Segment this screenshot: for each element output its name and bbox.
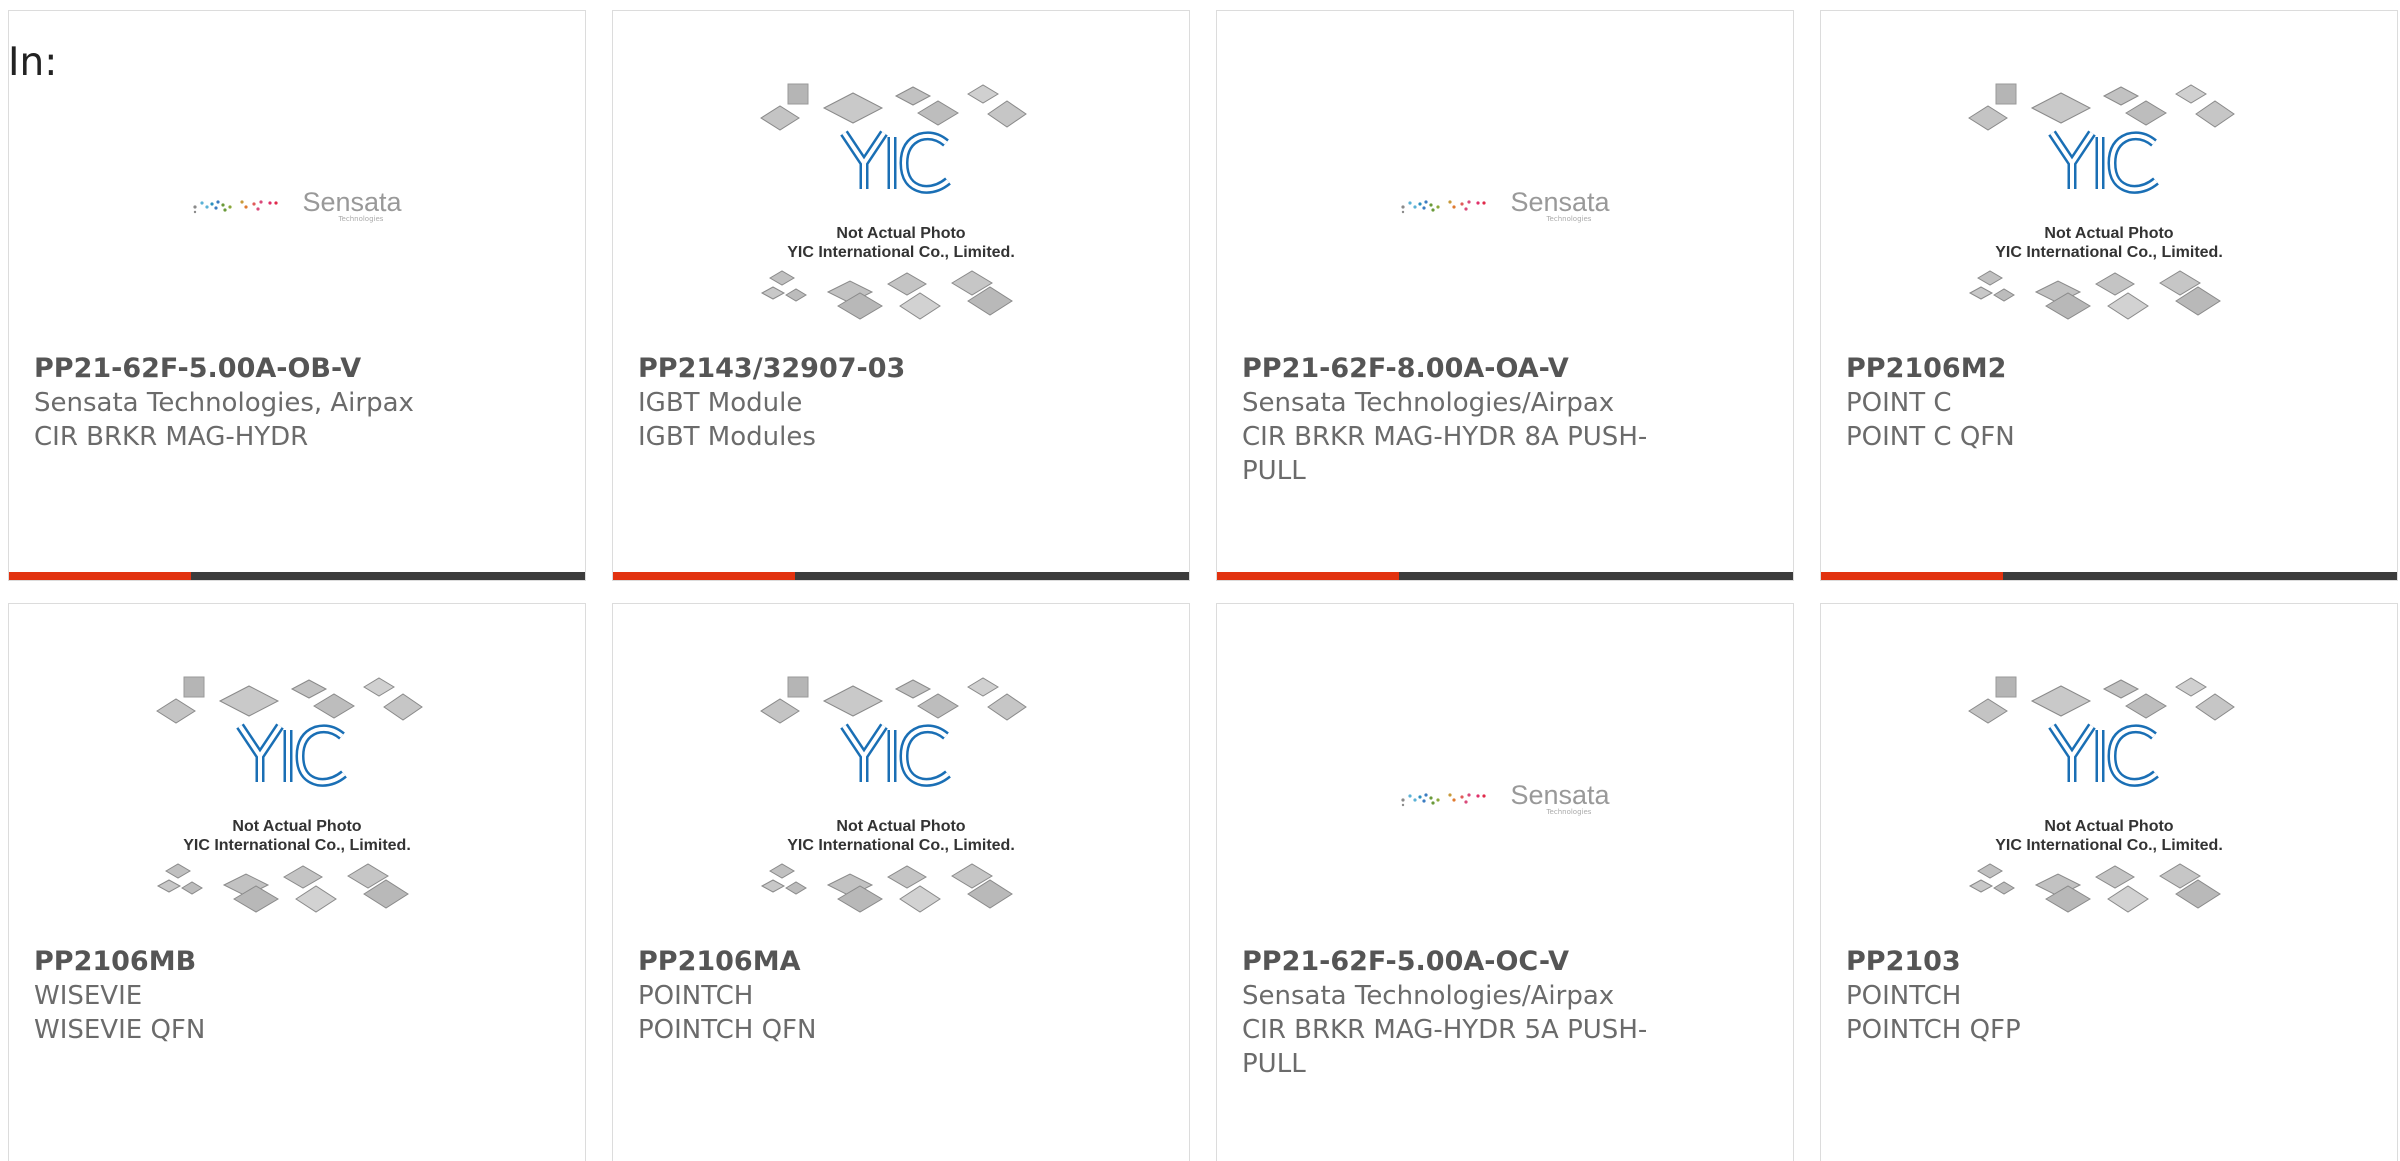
sensata-tagline-text: Technologies (1546, 808, 1592, 816)
chip-package-icons (760, 83, 1027, 320)
not-actual-photo-text: Not Actual Photo (2044, 818, 2174, 835)
not-actual-photo-image: Not Actual Photo YIC International Co., … (1964, 81, 2254, 331)
card-accent-bar (9, 572, 191, 580)
description-text: CIR BRKR MAG-HYDR 5A PUSH-PULL (1242, 1015, 1648, 1079)
card-bottom-bar (1217, 572, 1793, 580)
product-thumbnail[interactable]: Not Actual Photo YIC International Co., … (1821, 61, 2397, 351)
product-card[interactable]: Not Actual Photo YIC International Co., … (1820, 10, 2398, 581)
card-accent-bar (613, 572, 795, 580)
manufacturer-text: Sensata Technologies/Airpax (1242, 981, 1615, 1011)
part-number-link[interactable]: PP2143/32907-03 (638, 352, 1058, 386)
manufacturer-text: IGBT Module (638, 388, 803, 418)
product-card[interactable]: Not Actual Photo YIC International Co., … (612, 603, 1190, 1161)
yic-company-text: YIC International Co., Limited. (787, 244, 1015, 261)
product-info: PP2106M2 POINT C POINT C QFN (1846, 352, 2266, 454)
chip-package-icons (1968, 676, 2235, 913)
manufacturer-text: Sensata Technologies/Airpax (1242, 388, 1615, 418)
sensata-logo-icon: Sensata Technologies (1400, 187, 1610, 223)
sensata-logo-icon: Sensata Technologies (192, 187, 402, 223)
manufacturer-text: POINTCH (638, 981, 754, 1011)
product-info: PP2106MA POINTCH POINTCH QFN (638, 945, 1058, 1047)
product-card[interactable]: Not Actual Photo YIC International Co., … (612, 10, 1190, 581)
description-text: CIR BRKR MAG-HYDR 8A PUSH-PULL (1242, 422, 1648, 486)
not-actual-photo-image: Not Actual Photo YIC International Co., … (756, 81, 1046, 331)
yic-logo-icon (840, 130, 951, 194)
part-number-link[interactable]: PP21-62F-8.00A-OA-V (1242, 352, 1662, 386)
sensata-brand-text: Sensata (1510, 780, 1610, 810)
not-actual-photo-image: Not Actual Photo YIC International Co., … (756, 674, 1046, 924)
description-text: WISEVIE QFN (34, 1015, 206, 1045)
filter-label: In: (8, 40, 58, 85)
card-accent-bar (1217, 572, 1399, 580)
manufacturer-text: POINT C (1846, 388, 1952, 418)
sensata-tagline-text: Technologies (1546, 215, 1592, 223)
product-card[interactable]: Not Actual Photo YIC International Co., … (8, 603, 586, 1161)
description-text: POINTCH QFN (638, 1015, 817, 1045)
yic-company-text: YIC International Co., Limited. (787, 837, 1015, 854)
part-number-link[interactable]: PP21-62F-5.00A-OC-V (1242, 945, 1662, 979)
card-bottom-bar (613, 572, 1189, 580)
product-info: PP21-62F-5.00A-OB-V Sensata Technologies… (34, 352, 454, 454)
yic-logo-icon (236, 723, 347, 787)
part-number-link[interactable]: PP2103 (1846, 945, 2266, 979)
not-actual-photo-text: Not Actual Photo (2044, 225, 2174, 242)
chip-package-icons (760, 676, 1027, 913)
sensata-dots-icon (1400, 196, 1500, 216)
manufacturer-text: Sensata Technologies, Airpax (34, 388, 414, 418)
product-thumbnail[interactable]: Not Actual Photo YIC International Co., … (9, 654, 585, 944)
part-number-link[interactable]: PP2106M2 (1846, 352, 2266, 386)
manufacturer-text: WISEVIE (34, 981, 143, 1011)
product-info: PP21-62F-5.00A-OC-V Sensata Technologies… (1242, 945, 1662, 1081)
product-thumbnail[interactable]: Sensata Technologies (1217, 654, 1793, 944)
product-thumbnail[interactable]: Not Actual Photo YIC International Co., … (1821, 654, 2397, 944)
description-text: CIR BRKR MAG-HYDR (34, 422, 309, 452)
product-thumbnail[interactable]: Sensata Technologies (9, 61, 585, 351)
not-actual-photo-text: Not Actual Photo (836, 818, 966, 835)
yic-company-text: YIC International Co., Limited. (183, 837, 411, 854)
card-bottom-bar (9, 572, 585, 580)
yic-logo-icon (2048, 130, 2159, 194)
product-thumbnail[interactable]: Sensata Technologies (1217, 61, 1793, 351)
product-info: PP2103 POINTCH POINTCH QFP (1846, 945, 2266, 1047)
description-text: POINTCH QFP (1846, 1015, 2021, 1045)
part-number-link[interactable]: PP2106MB (34, 945, 454, 979)
manufacturer-text: POINTCH (1846, 981, 1962, 1011)
product-card[interactable]: Not Actual Photo YIC International Co., … (1820, 603, 2398, 1161)
product-thumbnail[interactable]: Not Actual Photo YIC International Co., … (613, 61, 1189, 351)
not-actual-photo-text: Not Actual Photo (836, 225, 966, 242)
not-actual-photo-image: Not Actual Photo YIC International Co., … (1964, 674, 2254, 924)
sensata-tagline-text: Technologies (338, 215, 384, 223)
yic-company-text: YIC International Co., Limited. (1995, 837, 2223, 854)
product-listing-page: Sensata Technologies PP21-62F-5.00A-OB-V… (0, 0, 2400, 1161)
sensata-dots-icon (192, 196, 292, 216)
yic-company-text: YIC International Co., Limited. (1995, 244, 2223, 261)
product-card[interactable]: Sensata Technologies PP21-62F-8.00A-OA-V… (1216, 10, 1794, 581)
sensata-brand-text: Sensata (1510, 187, 1610, 217)
description-text: POINT C QFN (1846, 422, 2015, 452)
product-card[interactable]: Sensata Technologies PP21-62F-5.00A-OC-V… (1216, 603, 1794, 1161)
card-accent-bar (1821, 572, 2003, 580)
product-info: PP2143/32907-03 IGBT Module IGBT Modules (638, 352, 1058, 454)
not-actual-photo-image: Not Actual Photo YIC International Co., … (152, 674, 442, 924)
product-thumbnail[interactable]: Not Actual Photo YIC International Co., … (613, 654, 1189, 944)
sensata-dots-icon (1400, 789, 1500, 809)
card-bottom-bar (1821, 572, 2397, 580)
product-grid: Sensata Technologies PP21-62F-5.00A-OB-V… (8, 10, 2398, 1161)
not-actual-photo-text: Not Actual Photo (232, 818, 362, 835)
part-number-link[interactable]: PP2106MA (638, 945, 1058, 979)
description-text: IGBT Modules (638, 422, 816, 452)
yic-logo-icon (840, 723, 951, 787)
product-info: PP21-62F-8.00A-OA-V Sensata Technologies… (1242, 352, 1662, 488)
product-info: PP2106MB WISEVIE WISEVIE QFN (34, 945, 454, 1047)
chip-package-icons (1968, 83, 2235, 320)
part-number-link[interactable]: PP21-62F-5.00A-OB-V (34, 352, 454, 386)
chip-package-icons (156, 676, 423, 913)
sensata-logo-icon: Sensata Technologies (1400, 780, 1610, 816)
product-card[interactable]: Sensata Technologies PP21-62F-5.00A-OB-V… (8, 10, 586, 581)
sensata-brand-text: Sensata (302, 187, 402, 217)
yic-logo-icon (2048, 723, 2159, 787)
